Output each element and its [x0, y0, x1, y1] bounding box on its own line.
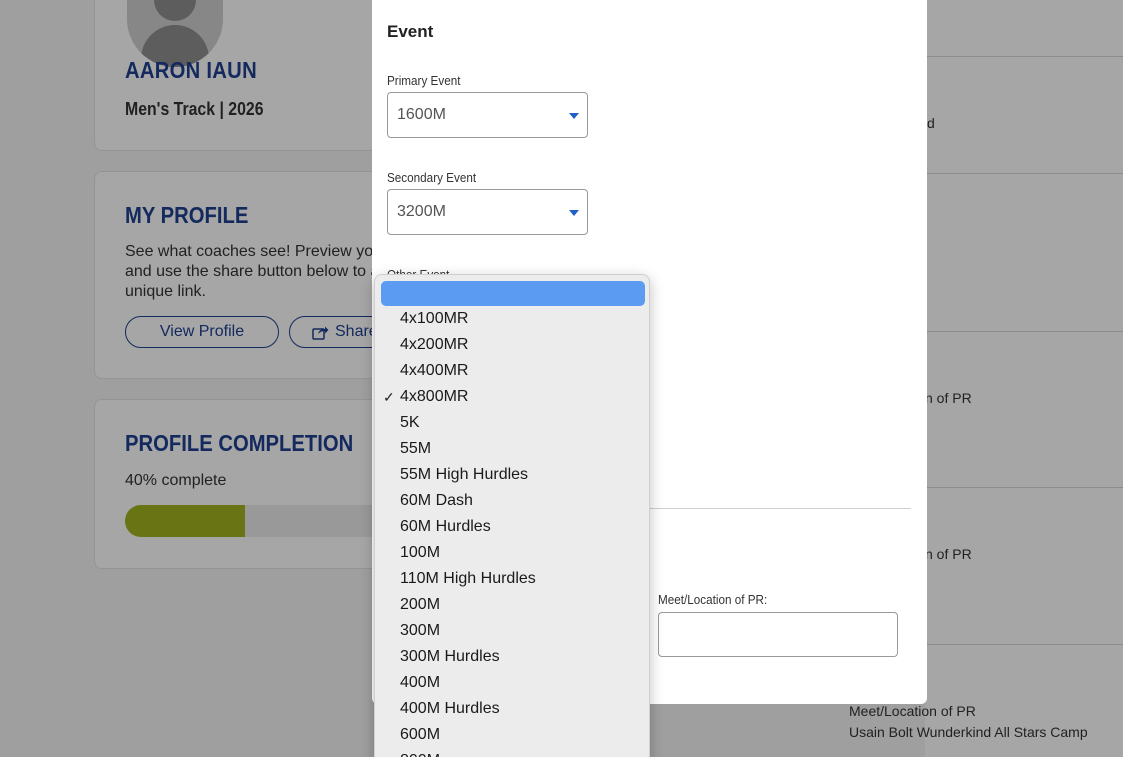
dropdown-option-label: 55M: [400, 440, 432, 457]
dropdown-option-label: 4x400MR: [400, 362, 469, 379]
dropdown-option-label: 400M: [400, 674, 441, 691]
secondary-event-label: Secondary Event: [387, 170, 477, 185]
dropdown-option[interactable]: 300M: [375, 618, 649, 644]
dropdown-option[interactable]: 4x100MR: [375, 306, 649, 332]
dropdown-option[interactable]: 4x200MR: [375, 332, 649, 358]
dropdown-option-label: 400M Hurdles: [400, 700, 500, 717]
dropdown-option[interactable]: 100M: [375, 540, 649, 566]
dropdown-option[interactable]: 200M: [375, 592, 649, 618]
meet-location-label: Meet/Location of PR:: [658, 592, 768, 607]
dropdown-option[interactable]: [381, 281, 645, 306]
secondary-event-value: 3200M: [397, 203, 446, 220]
other-event-dropdown[interactable]: 4x100MR 4x200MR 4x400MR ✓ 4x800MR 5K 55M 55M Hi…: [374, 274, 650, 757]
dropdown-option-label: 4x800MR: [400, 388, 469, 405]
dropdown-option[interactable]: 300M Hurdles: [375, 644, 649, 670]
modal-title: Event: [387, 22, 434, 41]
dropdown-option-label: 800M: [400, 752, 440, 757]
dropdown-option[interactable]: 400M: [375, 670, 649, 696]
primary-event-label: Primary Event: [387, 73, 461, 88]
dropdown-option-label: 4x100MR: [400, 310, 469, 327]
dropdown-option-label: 55M High Hurdles: [400, 466, 529, 483]
chevron-down-icon: [569, 210, 579, 216]
dropdown-option-label: 5K: [400, 414, 420, 431]
dropdown-option[interactable]: 5K: [375, 410, 649, 436]
meet-location-input[interactable]: [658, 612, 898, 657]
dropdown-option[interactable]: 4x400MR: [375, 358, 649, 384]
dropdown-option-label: 4x200MR: [400, 336, 469, 353]
dropdown-option-label: 100M: [400, 544, 441, 561]
dropdown-option-label: 60M Dash: [400, 492, 473, 509]
primary-event-select[interactable]: 1600M: [387, 92, 588, 138]
checkmark-icon: ✓: [383, 389, 395, 405]
dropdown-option-label: 300M: [400, 622, 441, 639]
dropdown-option[interactable]: ✓ 4x800MR: [375, 384, 649, 410]
dropdown-option-label: 300M Hurdles: [400, 648, 500, 665]
dropdown-option-label: 60M Hurdles: [400, 518, 491, 535]
dropdown-option-label: 600M: [400, 726, 441, 743]
primary-event-value: 1600M: [397, 106, 446, 123]
dropdown-option[interactable]: 400M Hurdles: [375, 696, 649, 722]
dropdown-option-label: 110M High Hurdles: [400, 570, 536, 587]
dropdown-option[interactable]: 55M: [375, 436, 649, 462]
secondary-event-select[interactable]: 3200M: [387, 189, 588, 235]
dropdown-option[interactable]: 800M: [375, 748, 649, 757]
dropdown-option[interactable]: 60M Hurdles: [375, 514, 649, 540]
chevron-down-icon: [569, 113, 579, 119]
dropdown-option-label: 200M: [400, 596, 441, 613]
dropdown-option[interactable]: 110M High Hurdles: [375, 566, 649, 592]
dropdown-option[interactable]: 55M High Hurdles: [375, 462, 649, 488]
dropdown-option[interactable]: 600M: [375, 722, 649, 748]
dropdown-option[interactable]: 60M Dash: [375, 488, 649, 514]
